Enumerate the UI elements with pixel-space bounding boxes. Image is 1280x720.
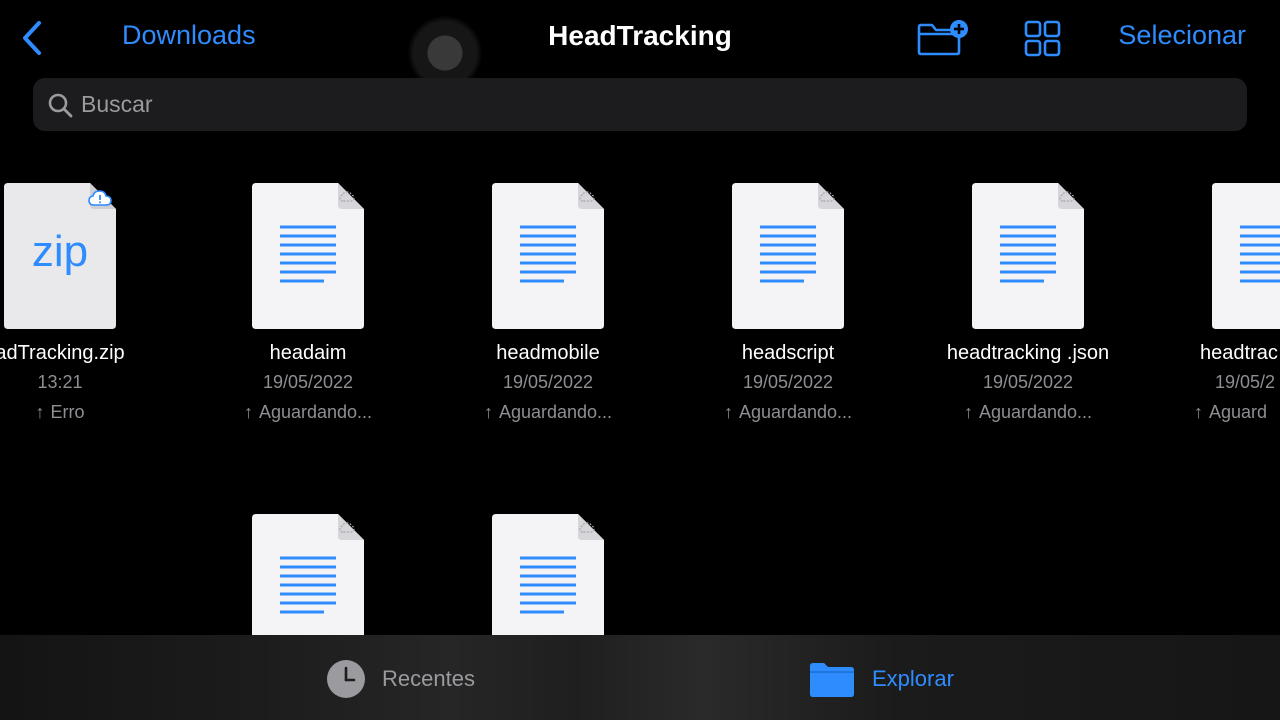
grid-icon <box>1024 20 1061 57</box>
file-name: headtracking .json <box>946 342 1110 364</box>
back-button[interactable] <box>14 18 50 58</box>
file-status: ↑ Aguardando... <box>188 402 428 423</box>
file-status: ↑ Aguardando... <box>908 402 1148 423</box>
search-input[interactable] <box>81 91 1181 118</box>
tab-recentes[interactable]: Recentes <box>326 657 475 701</box>
tab-label: Explorar <box>872 666 954 691</box>
zip-file-icon: zip <box>4 183 116 329</box>
cloud-error-icon <box>88 190 112 206</box>
file-status: ↑ Erro <box>0 402 180 423</box>
tab-label: Recentes <box>382 666 475 691</box>
file-status: ↑ Aguardando... <box>428 402 668 423</box>
upload-arrow-icon: ↑ <box>1194 402 1203 422</box>
chevron-left-icon <box>23 21 41 55</box>
file-status-text: Erro <box>50 402 85 422</box>
file-name: headtrac <box>1200 342 1278 364</box>
document-file-icon <box>492 183 604 329</box>
new-folder-button[interactable] <box>916 18 970 58</box>
tab-bar: Recentes Explorar <box>0 635 1280 720</box>
upload-arrow-icon: ↑ <box>483 402 493 422</box>
search-icon <box>45 90 75 120</box>
file-status-text: Aguardando... <box>258 402 373 422</box>
select-button[interactable]: Selecionar <box>1118 20 1246 51</box>
document-file-icon <box>732 183 844 329</box>
upload-arrow-icon: ↑ <box>35 402 45 422</box>
file-date: 19/05/2022 <box>742 372 834 392</box>
files-app-screen: Downloads HeadTracking Selecionar Buscar… <box>0 0 1280 720</box>
file-date: 19/05/2022 <box>262 372 354 392</box>
file-status-text: Aguardando... <box>738 402 853 422</box>
zip-label: zip <box>31 227 89 276</box>
clock-icon <box>327 660 365 698</box>
folder-plus-icon <box>917 20 968 56</box>
file-status-text: Aguardando... <box>498 402 613 422</box>
document-file-icon <box>252 183 364 329</box>
file-item-clip: headtrac 19/05/2 ↑ Aguard <box>1148 183 1280 433</box>
upload-arrow-icon: ↑ <box>963 402 973 422</box>
navigation-bar: Downloads HeadTracking Selecionar <box>0 0 1280 90</box>
upload-arrow-icon: ↑ <box>723 402 733 422</box>
document-file-icon <box>972 183 1084 329</box>
upload-arrow-icon: ↑ <box>243 402 253 422</box>
file-date: 19/05/2022 <box>982 372 1074 392</box>
tab-explorar[interactable]: Explorar <box>808 657 954 701</box>
page-title: HeadTracking <box>548 20 732 51</box>
back-label-downloads[interactable]: Downloads <box>122 20 256 51</box>
grid-view-button[interactable] <box>1022 18 1062 58</box>
file-status: ↑ Aguard <box>1194 402 1280 423</box>
document-file-icon <box>1212 183 1280 329</box>
file-date: 19/05/2 <box>1215 372 1276 392</box>
file-status: ↑ Aguardando... <box>668 402 908 423</box>
file-status-text: Aguardando... <box>978 402 1093 422</box>
file-date: 13:21 <box>37 372 83 392</box>
file-status-text: Aguard <box>1209 402 1268 422</box>
file-date: 19/05/2022 <box>502 372 594 392</box>
folder-icon <box>810 663 854 697</box>
search-bar[interactable] <box>33 78 1247 131</box>
